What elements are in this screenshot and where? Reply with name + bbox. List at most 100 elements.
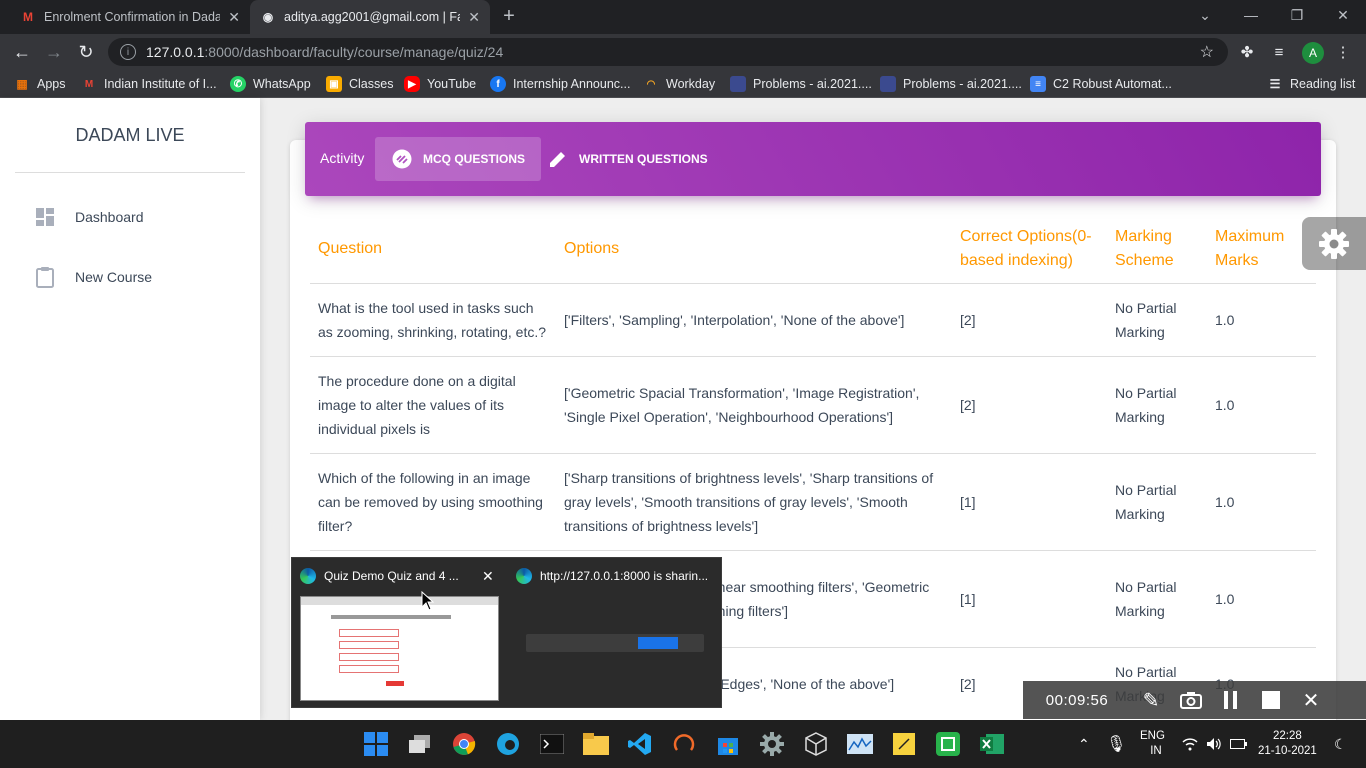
mouse-cursor-icon [421,591,435,611]
chrome-share-icon: ◉ [262,10,274,24]
chevron-up-icon[interactable]: ⌃ [1078,720,1096,768]
correct-cell: [2] [952,356,1107,454]
column-header: Question [310,215,556,284]
marks-cell: 1.0 [1207,453,1316,551]
correct-cell: [2] [952,283,1107,357]
store-icon[interactable] [712,728,744,760]
camera-icon[interactable] [1171,681,1211,719]
new-tab-button[interactable]: + [500,6,518,26]
question-cell: What is the tool used in tasks such as z… [310,283,556,357]
menu-icon[interactable]: ⋮ [1333,42,1353,62]
minimize-button[interactable]: — [1228,0,1274,30]
clipboard-icon [34,266,56,288]
bookmark-star-icon[interactable]: ☆ [1200,42,1214,62]
wifi-icon[interactable] [1182,720,1198,768]
clock[interactable]: 22:28 21-10-2021 [1258,720,1317,768]
info-icon[interactable]: i [120,44,136,60]
notifications-icon[interactable]: ☾ [1334,720,1347,768]
close-icon[interactable]: ✕ [228,9,240,26]
sharing-bar-thumbnail [526,634,704,652]
forward-icon[interactable]: → [42,40,66,64]
volume-icon[interactable] [1206,720,1222,768]
tab-title: Enrolment Confirmation in Dadam [44,10,221,24]
close-icon[interactable]: ✕ [482,568,494,585]
virtualbox-icon[interactable] [800,728,832,760]
lang-code: ENG [1140,730,1165,742]
bookmark-item[interactable]: ✆ WhatsApp [230,74,311,94]
excel-icon[interactable] [976,728,1008,760]
bookmark-item[interactable]: f Internship Announc... [490,74,630,94]
battery-icon[interactable] [1230,720,1248,768]
dashboard-icon [34,206,56,228]
bookmark-item[interactable]: Problems - ai.2021.... [730,74,872,94]
bookmarks-bar: ▦ Apps M Indian Institute of I... ✆ WhatsAp… [0,70,1366,98]
language-indicator[interactable]: ENG IN [1140,720,1165,768]
sticky-notes-icon[interactable] [888,728,920,760]
column-header: Marking Scheme [1107,215,1207,284]
pencil-icon[interactable]: ✎ [1131,681,1171,719]
tab-title: aditya.agg2001@gmail.com | Fac [284,10,461,24]
back-icon[interactable]: ← [10,40,34,64]
close-icon[interactable]: ✕ [1291,681,1331,719]
edge-icon [300,568,316,584]
bookmark-item[interactable]: ▣ Classes [326,74,393,94]
resource-monitor-icon[interactable] [844,728,876,760]
terminal-icon[interactable] [536,728,568,760]
tab-mcq-questions[interactable]: MCQ QUESTIONS [375,137,542,181]
sidebar-item-label: New Course [75,269,153,285]
bookmark-item[interactable]: M Indian Institute of I... [81,74,217,94]
gear-icon [1319,228,1349,259]
table-row: Which of the following in an image can b… [310,453,1316,551]
marks-cell: 1.0 [1207,356,1316,454]
bookmark-item[interactable]: ◠ Workday [643,74,715,94]
pause-icon[interactable] [1211,681,1251,719]
microphone-icon[interactable]: 🎙 [1106,720,1126,768]
correct-cell: [1] [952,453,1107,551]
address-bar[interactable]: i 127.0.0.1:8000/dashboard/faculty/cours… [108,38,1228,66]
chrome-icon[interactable] [448,728,480,760]
tab-search-icon[interactable]: ⌄ [1182,0,1228,30]
window-close-button[interactable]: ✕ [1320,0,1366,30]
preview-window-quiz[interactable]: Quiz Demo Quiz and 4 ... ✕ [292,558,507,709]
windows-taskbar: ⌃ 🎙 ENG IN 22:28 21-10-2021 ☾ [0,720,1366,768]
sidebar-item-new-course[interactable]: New Course [34,262,152,292]
bookmark-item[interactable]: ≡ C2 Robust Automat... [1030,74,1172,94]
sidebar-item-dashboard[interactable]: Dashboard [34,202,144,232]
vscode-icon[interactable] [624,728,656,760]
avatar[interactable]: A [1302,42,1324,64]
close-icon[interactable]: ✕ [468,9,480,26]
tab-active[interactable]: ◉ aditya.agg2001@gmail.com | Fac ✕ [250,0,490,34]
url-path: :8000/dashboard/faculty/course/manage/qu… [204,44,504,60]
media-control-icon[interactable]: ≡ [1269,42,1289,62]
restore-button[interactable]: ❐ [1274,0,1320,30]
activity-label: Activity [320,150,365,166]
edge-icon[interactable] [492,728,524,760]
tab-written-questions[interactable]: WRITTEN QUESTIONS [531,137,724,181]
brand-logo[interactable]: DADAM LIVE [15,98,245,173]
bookmark-apps[interactable]: ▦ Apps [14,74,65,94]
recording-timer: 00:09:56 [1045,691,1109,709]
column-header: Options [556,215,952,284]
snipping-tool-icon[interactable] [932,728,964,760]
edge-icon [516,568,532,584]
git-icon[interactable] [668,728,700,760]
page-icon [880,76,896,92]
question-cell: The procedure done on a digital image to… [310,356,556,454]
settings-icon[interactable] [756,728,788,760]
taskbar-preview-popup: Quiz Demo Quiz and 4 ... ✕ http://127.0.… [291,557,722,708]
extensions-icon[interactable]: ✤ [1237,42,1257,62]
stop-icon[interactable] [1251,681,1291,719]
lang-region: IN [1150,745,1162,757]
task-view-icon[interactable] [404,728,436,760]
gmail-icon: M [84,78,94,90]
settings-gear-button[interactable] [1302,217,1366,270]
bookmark-item[interactable]: Problems - ai.2021.... [880,74,1022,94]
reading-list[interactable]: ☰ Reading list [1267,74,1356,94]
bookmark-item[interactable]: ▶ YouTube [404,74,476,94]
whatsapp-icon: ✆ [230,76,246,92]
windows-start-icon[interactable] [360,728,392,760]
file-explorer-icon[interactable] [580,728,612,760]
reload-icon[interactable]: ↻ [74,40,98,64]
tab-gmail[interactable]: M Enrolment Confirmation in Dadam ✕ [10,0,250,34]
marks-cell: 1.0 [1207,283,1316,357]
